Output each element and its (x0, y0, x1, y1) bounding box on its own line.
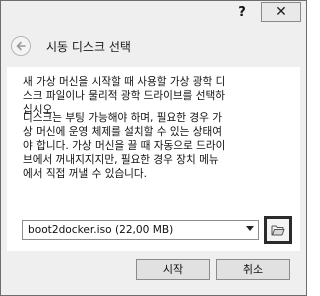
title-bar: ? ✕ (1, 1, 306, 25)
dialog-window: ? ✕ 시동 디스크 선택 새 가상 머신을 시작할 때 사용할 가상 광학 디… (0, 0, 307, 296)
dialog-header: 시동 디스크 선택 (1, 25, 306, 67)
disk-select-value: boot2docker.iso (22,00 MB) (28, 224, 174, 236)
choose-disk-file-button[interactable] (264, 216, 292, 244)
folder-open-icon (271, 225, 285, 236)
boot-disk-note: 디스크는 부팅 가능해야 하며, 필요한 경우 가 상 머신에 운영 체제를 설… (23, 112, 226, 180)
help-button[interactable]: ? (233, 4, 251, 22)
content-panel: 새 가상 머신을 시작할 때 사용할 가상 광학 디 스크 파일이나 물리적 광… (7, 67, 300, 251)
chevron-down-icon (246, 226, 254, 231)
start-button[interactable]: 시작 (136, 259, 210, 280)
page-title: 시동 디스크 선택 (46, 40, 131, 54)
arrow-left-icon (16, 41, 26, 51)
disk-select[interactable]: boot2docker.iso (22,00 MB) (22, 220, 259, 240)
close-icon: ✕ (275, 4, 287, 20)
cancel-button[interactable]: 취소 (216, 259, 290, 280)
close-button[interactable]: ✕ (261, 2, 301, 22)
back-button[interactable] (11, 36, 31, 56)
